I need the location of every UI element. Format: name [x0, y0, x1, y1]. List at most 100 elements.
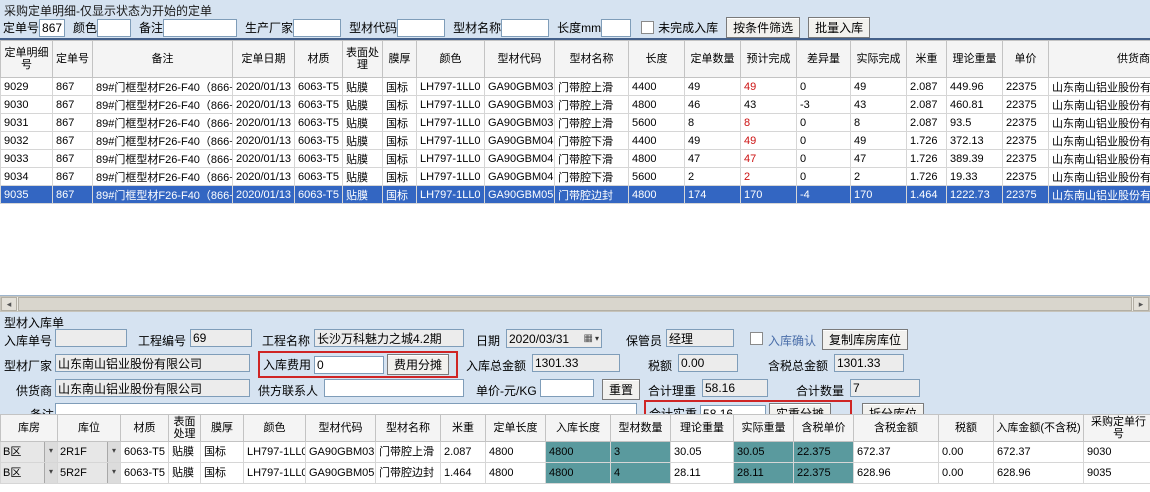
cell[interactable]: LH797-1LL0 — [417, 132, 485, 150]
cell[interactable]: 4800 — [629, 150, 685, 168]
cell[interactable]: ▾B区 — [1, 463, 58, 484]
cell[interactable]: 4800 — [629, 96, 685, 114]
inbound-confirm-checkbox[interactable] — [750, 332, 763, 345]
column-header[interactable]: 采购定单行号 — [1084, 415, 1150, 442]
cell[interactable]: 0 — [797, 168, 851, 186]
cell[interactable]: 2020/01/13 — [233, 150, 295, 168]
cell[interactable]: 4800 — [486, 442, 546, 463]
cell[interactable]: 49 — [741, 78, 797, 96]
cell[interactable]: ▾5R2F — [58, 463, 121, 484]
cell[interactable]: 门带腔上滑 — [555, 96, 629, 114]
column-header[interactable]: 颜色 — [244, 415, 306, 442]
cell[interactable]: 49 — [741, 132, 797, 150]
remark-input[interactable] — [163, 19, 237, 37]
cell[interactable]: 2.087 — [907, 78, 947, 96]
cell[interactable]: 山东南山铝业股份有限公司 — [1049, 168, 1150, 186]
table-row[interactable]: 903086789#门框型材F26-F40（866+867）2020/01/13… — [1, 96, 1150, 114]
cell[interactable]: 89#门框型材F26-F40（866+867） — [93, 78, 233, 96]
cell[interactable]: 山东南山铝业股份有限公司 — [1049, 132, 1150, 150]
cell[interactable]: ▾B区 — [1, 442, 58, 463]
scroll-right-icon[interactable]: ▸ — [1133, 297, 1149, 311]
cell[interactable]: 国标 — [383, 78, 417, 96]
cell[interactable]: 山东南山铝业股份有限公司 — [1049, 96, 1150, 114]
table-row[interactable]: 903386789#门框型材F26-F40（866+867）2020/01/13… — [1, 150, 1150, 168]
profile-name-input[interactable] — [501, 19, 549, 37]
column-header[interactable]: 定单明细号 — [1, 41, 53, 78]
cell[interactable]: 4400 — [629, 78, 685, 96]
table-row[interactable]: 903186789#门框型材F26-F40（866+867）2020/01/13… — [1, 114, 1150, 132]
cell[interactable]: 46 — [685, 96, 741, 114]
project-name-input[interactable] — [314, 329, 464, 347]
cell[interactable]: GA90GBM04 — [485, 132, 555, 150]
cell[interactable]: 国标 — [201, 442, 244, 463]
cell[interactable]: LH797-1LL0 — [244, 463, 306, 484]
cell[interactable]: 2.087 — [441, 442, 486, 463]
cell[interactable]: GA90GBM03 — [485, 78, 555, 96]
cell[interactable]: LH797-1LL0 — [417, 150, 485, 168]
copy-warehouse-location-button[interactable]: 复制库房库位 — [822, 329, 908, 350]
cell[interactable]: 22375 — [1003, 186, 1049, 204]
cell[interactable]: 门带腔边封 — [555, 186, 629, 204]
cell[interactable]: ▾2R1F — [58, 442, 121, 463]
filter-by-condition-button[interactable]: 按条件筛选 — [726, 17, 800, 38]
cell[interactable]: 49 — [685, 132, 741, 150]
cell[interactable]: 门带腔上滑 — [555, 114, 629, 132]
cell[interactable]: 6063-T5 — [295, 96, 343, 114]
cell[interactable]: 49 — [685, 78, 741, 96]
cell[interactable]: 4800 — [629, 186, 685, 204]
length-input[interactable] — [601, 19, 631, 37]
cell[interactable]: 4400 — [629, 132, 685, 150]
cell[interactable]: 93.5 — [947, 114, 1003, 132]
total-amount-input[interactable] — [532, 354, 620, 372]
fee-share-button[interactable]: 费用分摊 — [387, 354, 449, 375]
horizontal-scrollbar[interactable]: ◂ ▸ — [0, 296, 1150, 312]
cell[interactable]: 89#门框型材F26-F40（866+867） — [93, 186, 233, 204]
column-header[interactable]: 差异量 — [797, 41, 851, 78]
column-header[interactable]: 表面处理 — [169, 415, 201, 442]
cell[interactable]: LH797-1LL0 — [417, 78, 485, 96]
cell[interactable]: 2020/01/13 — [233, 186, 295, 204]
table-row[interactable]: ▾B区▾2R1F6063-T5贴膜国标LH797-1LL0GA90GBM03门带… — [1, 442, 1150, 463]
cell[interactable]: 国标 — [383, 150, 417, 168]
date-picker[interactable]: 2020/03/31 ▦ ▾ — [506, 329, 602, 348]
cell[interactable]: 43 — [741, 96, 797, 114]
tax-input[interactable] — [678, 354, 738, 372]
cell[interactable]: 0 — [797, 114, 851, 132]
cell[interactable]: 867 — [53, 78, 93, 96]
cell[interactable]: 山东南山铝业股份有限公司 — [1049, 150, 1150, 168]
cell[interactable]: 6063-T5 — [121, 442, 169, 463]
cell[interactable]: LH797-1LL0 — [417, 114, 485, 132]
cell[interactable]: 174 — [685, 186, 741, 204]
cell[interactable]: -4 — [797, 186, 851, 204]
cell[interactable]: 8 — [851, 114, 907, 132]
cell[interactable]: 4800 — [486, 463, 546, 484]
cell[interactable]: 国标 — [201, 463, 244, 484]
cell[interactable]: 9029 — [1, 78, 53, 96]
profile-code-input[interactable] — [397, 19, 445, 37]
total-with-tax-input[interactable] — [834, 354, 904, 372]
cell[interactable]: 5600 — [629, 168, 685, 186]
cell[interactable]: 山东南山铝业股份有限公司 — [1049, 114, 1150, 132]
table-row[interactable]: 902986789#门框型材F26-F40（866+867）2020/01/13… — [1, 78, 1150, 96]
cell[interactable]: 867 — [53, 132, 93, 150]
column-header[interactable]: 米重 — [441, 415, 486, 442]
cell[interactable]: GA90GBM03 — [306, 442, 376, 463]
cell[interactable]: 贴膜 — [343, 114, 383, 132]
cell[interactable]: 贴膜 — [343, 186, 383, 204]
cell[interactable]: 47 — [851, 150, 907, 168]
column-header[interactable]: 理论重量 — [671, 415, 734, 442]
reset-button[interactable]: 重置 — [602, 379, 640, 400]
table-row[interactable]: 903486789#门框型材F26-F40（866+867）2020/01/13… — [1, 168, 1150, 186]
cell[interactable]: 贴膜 — [343, 150, 383, 168]
column-header[interactable]: 入库金额(不含税) — [994, 415, 1084, 442]
keeper-input[interactable] — [666, 329, 734, 347]
scroll-left-icon[interactable]: ◂ — [1, 297, 17, 311]
cell[interactable]: 0 — [797, 78, 851, 96]
column-header[interactable]: 入库长度 — [546, 415, 611, 442]
cell[interactable]: 贴膜 — [343, 78, 383, 96]
cell[interactable]: 867 — [53, 114, 93, 132]
cell[interactable]: 9031 — [1, 114, 53, 132]
column-header[interactable]: 含税单价 — [794, 415, 854, 442]
cell[interactable]: 460.81 — [947, 96, 1003, 114]
cell[interactable]: 9035 — [1084, 463, 1150, 484]
